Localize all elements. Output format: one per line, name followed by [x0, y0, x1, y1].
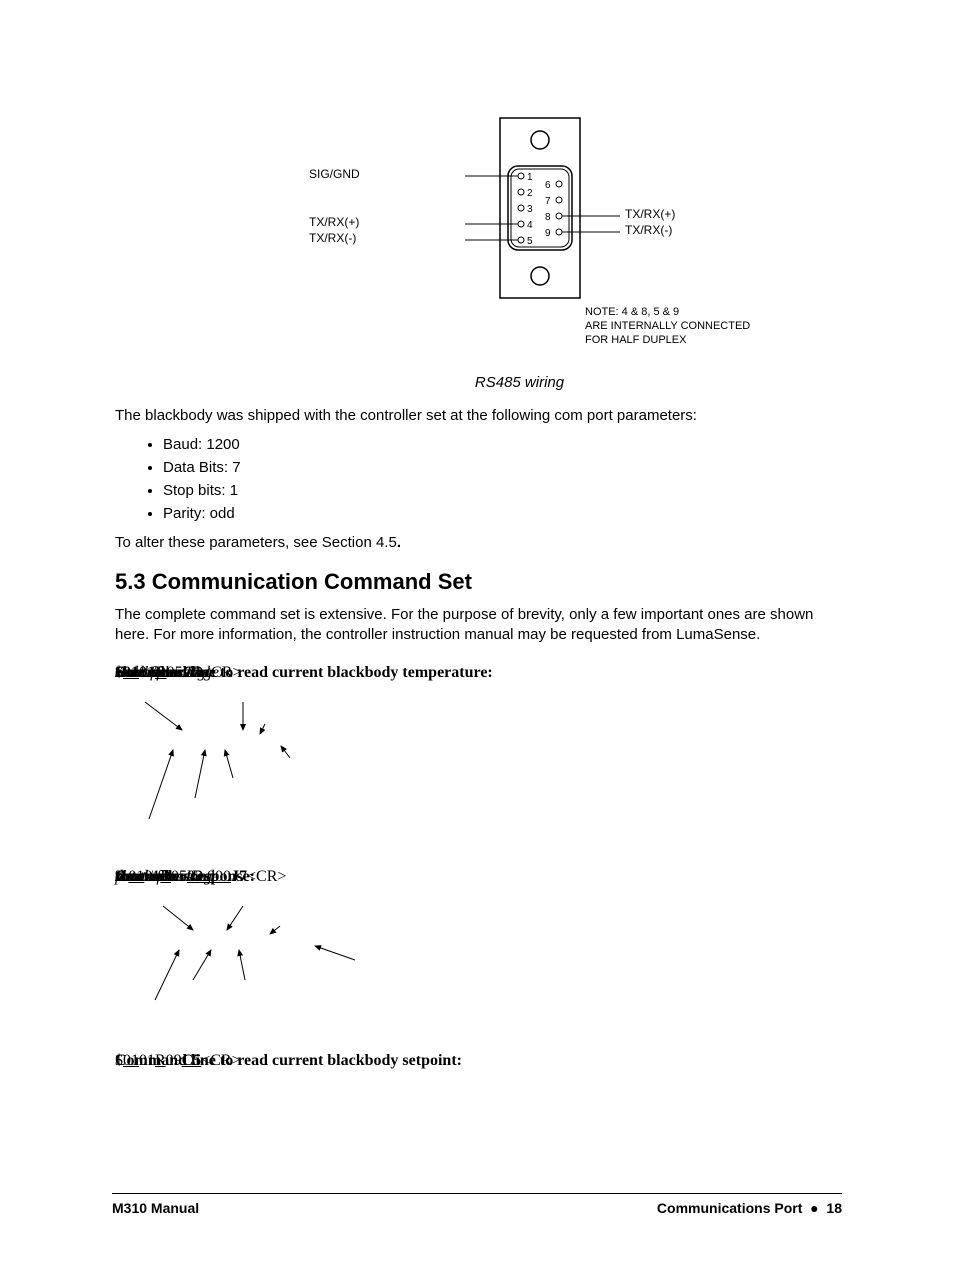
rs485-wiring-diagram: 1 2 3 4 5 6 7 8 9 SIG/GND TX/RX(+) TX/RX… — [305, 110, 785, 370]
svg-text:3: 3 — [527, 204, 533, 215]
svg-text:7: 7 — [545, 196, 551, 207]
svg-text:1: 1 — [527, 172, 533, 183]
footer-left: M310 Manual — [112, 1200, 199, 1216]
cmd2-code: $0101R09C5<CR> — [115, 1052, 241, 1070]
svg-text:8: 8 — [545, 212, 551, 223]
alter-paragraph: To alter these parameters, see Section 4… — [115, 534, 844, 551]
footer-rule — [112, 1193, 842, 1194]
svg-text:4: 4 — [527, 220, 533, 231]
param-databits: Data Bits: 7 — [163, 459, 844, 476]
section-body: The complete command set is extensive. F… — [115, 605, 844, 646]
wiring-caption: RS485 wiring — [195, 374, 844, 391]
label-txrx-plus-right: TX/RX(+) — [625, 207, 675, 221]
section-heading-53: 5.3 Communication Command Set — [115, 569, 844, 595]
label-txrx-minus-left: TX/RX(-) — [309, 231, 356, 245]
param-parity: Parity: odd — [163, 505, 844, 522]
intro-paragraph: The blackbody was shipped with the contr… — [115, 407, 844, 424]
label-txrx-plus-left: TX/RX(+) — [309, 215, 359, 229]
footer-right: Communications Port ● 18 — [657, 1200, 842, 1216]
command-read-setpoint-block: Command line to read current blackbody s… — [115, 1052, 844, 1102]
svg-text:5: 5 — [527, 236, 533, 247]
param-baud: Baud: 1200 — [163, 436, 844, 453]
label-txrx-minus-right: TX/RX(-) — [625, 223, 672, 237]
controller-response-block: Controller response: Controller ID Read … — [115, 868, 844, 1028]
param-stopbits: Stop bits: 1 — [163, 482, 844, 499]
wiring-note: NOTE: 4 & 8, 5 & 9 ARE INTERNALLY CONNEC… — [585, 306, 750, 347]
svg-text:2: 2 — [527, 188, 533, 199]
svg-text:9: 9 — [545, 228, 551, 239]
label-siggnd: SIG/GND — [309, 167, 360, 181]
param-list: Baud: 1200 Data Bits: 7 Stop bits: 1 Par… — [163, 436, 844, 522]
command-read-temp-block: Command line to read current blackbody t… — [115, 664, 844, 844]
svg-text:6: 6 — [545, 180, 551, 191]
